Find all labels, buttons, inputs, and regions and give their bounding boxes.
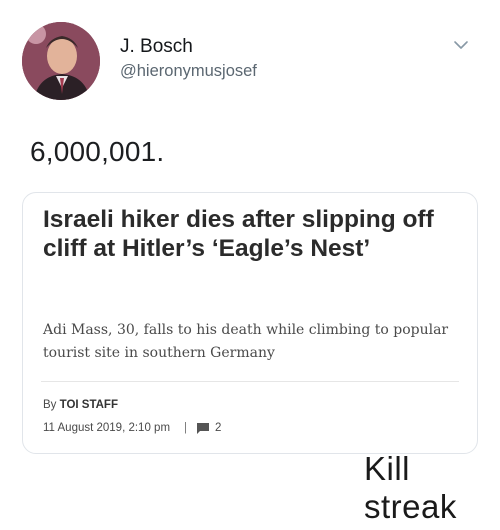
byline-prefix: By <box>43 399 57 411</box>
tweet: J. Bosch @hieronymusjosef 6,000,001. Isr… <box>0 0 500 460</box>
divider <box>41 381 459 382</box>
avatar[interactable] <box>22 22 100 100</box>
link-card[interactable]: Israeli hiker dies after slipping off cl… <box>22 192 478 454</box>
article-headline[interactable]: Israeli hiker dies after slipping off cl… <box>43 205 463 263</box>
comment-icon[interactable] <box>197 422 210 434</box>
profile-photo-icon <box>22 22 100 100</box>
article-summary: Adi Mass, 30, falls to his death while c… <box>43 322 449 361</box>
comment-count[interactable]: 2 <box>215 422 221 434</box>
article-date: 11 August 2019, 2:10 pm <box>43 422 171 434</box>
meme-caption: Kill streak <box>364 450 457 525</box>
display-name[interactable]: J. Bosch <box>120 36 193 58</box>
user-handle[interactable]: @hieronymusjosef <box>120 62 257 81</box>
article-meta: 11 August 2019, 2:10 pm | 2 <box>43 422 221 434</box>
article-author[interactable]: TOI STAFF <box>60 399 118 411</box>
meta-separator: | <box>184 422 188 434</box>
tweet-text: 6,000,001. <box>30 136 165 167</box>
article-byline: By TOI STAFF <box>43 399 118 411</box>
chevron-down-icon[interactable] <box>452 36 470 54</box>
